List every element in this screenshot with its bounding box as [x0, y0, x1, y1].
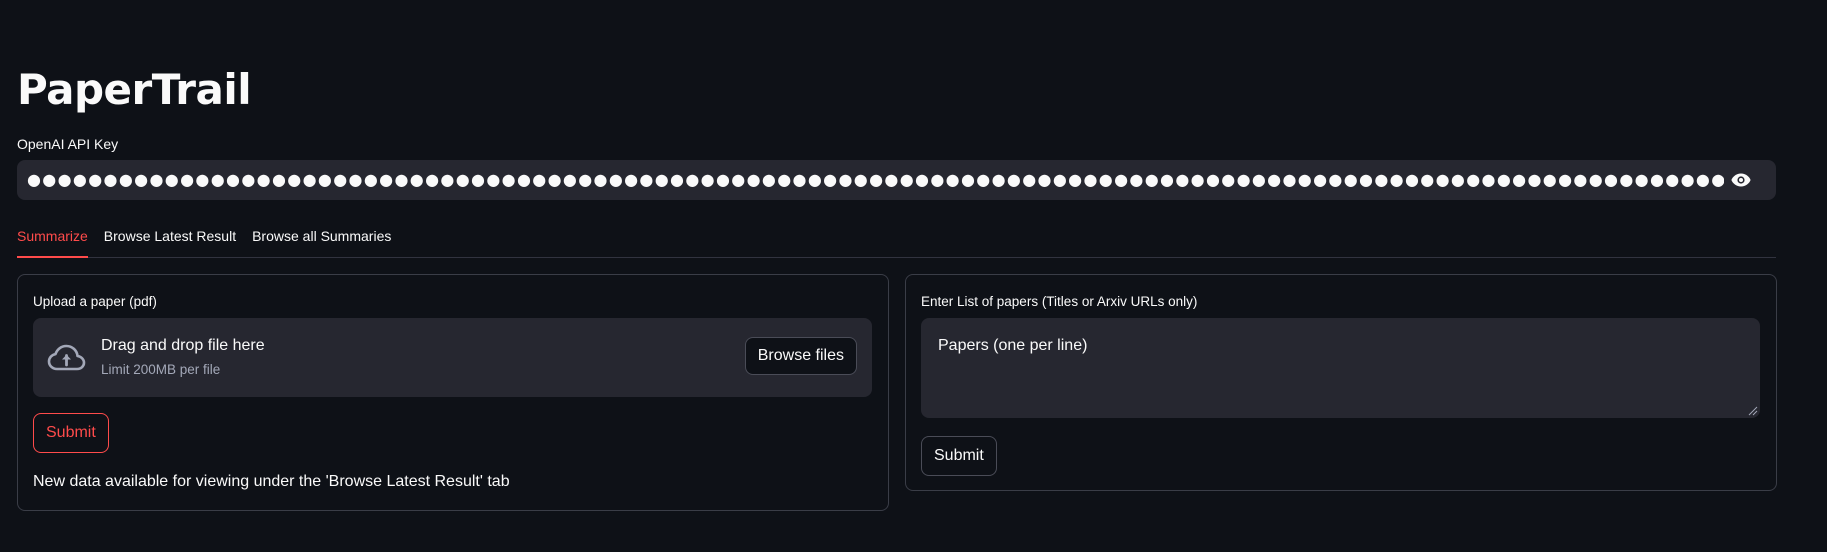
tab-bar: Summarize Browse Latest Result Browse al… [17, 222, 1776, 258]
resize-handle-icon[interactable] [1746, 404, 1758, 416]
dropzone-limit: Limit 200MB per file [101, 362, 221, 377]
browse-files-button[interactable]: Browse files [744, 337, 857, 375]
api-key-value[interactable]: ●●●●●●●●●●●●●●●●●●●●●●●●●●●●●●●●●●●●●●●●… [27, 160, 1724, 200]
api-key-input[interactable]: ●●●●●●●●●●●●●●●●●●●●●●●●●●●●●●●●●●●●●●●●… [17, 160, 1776, 200]
show-password-button[interactable] [1724, 163, 1758, 197]
papers-textarea[interactable]: Papers (one per line) [921, 318, 1760, 418]
paper-list-label: Enter List of papers (Titles or Arxiv UR… [921, 294, 1198, 309]
status-message: New data available for viewing under the… [33, 473, 510, 490]
eye-icon [1731, 173, 1751, 187]
app-root: PaperTrail OpenAI API Key ●●●●●●●●●●●●●●… [0, 0, 1827, 552]
page-title: PaperTrail [17, 65, 252, 114]
textarea-placeholder: Papers (one per line) [938, 337, 1088, 354]
upload-submit-button[interactable]: Submit [33, 413, 109, 453]
paper-list-panel: Enter List of papers (Titles or Arxiv UR… [905, 274, 1777, 491]
file-dropzone[interactable]: Drag and drop file here Limit 200MB per … [33, 318, 872, 397]
api-key-label: OpenAI API Key [17, 136, 119, 152]
upload-panel: Upload a paper (pdf) Drag and drop file … [17, 274, 889, 511]
tab-summarize[interactable]: Summarize [17, 222, 88, 258]
tab-browse-all-summaries[interactable]: Browse all Summaries [252, 222, 391, 257]
tab-browse-latest-result[interactable]: Browse Latest Result [104, 222, 236, 257]
upload-label: Upload a paper (pdf) [33, 294, 157, 309]
list-submit-button[interactable]: Submit [921, 436, 997, 476]
dropzone-title: Drag and drop file here [101, 337, 265, 354]
cloud-upload-icon [47, 344, 86, 371]
